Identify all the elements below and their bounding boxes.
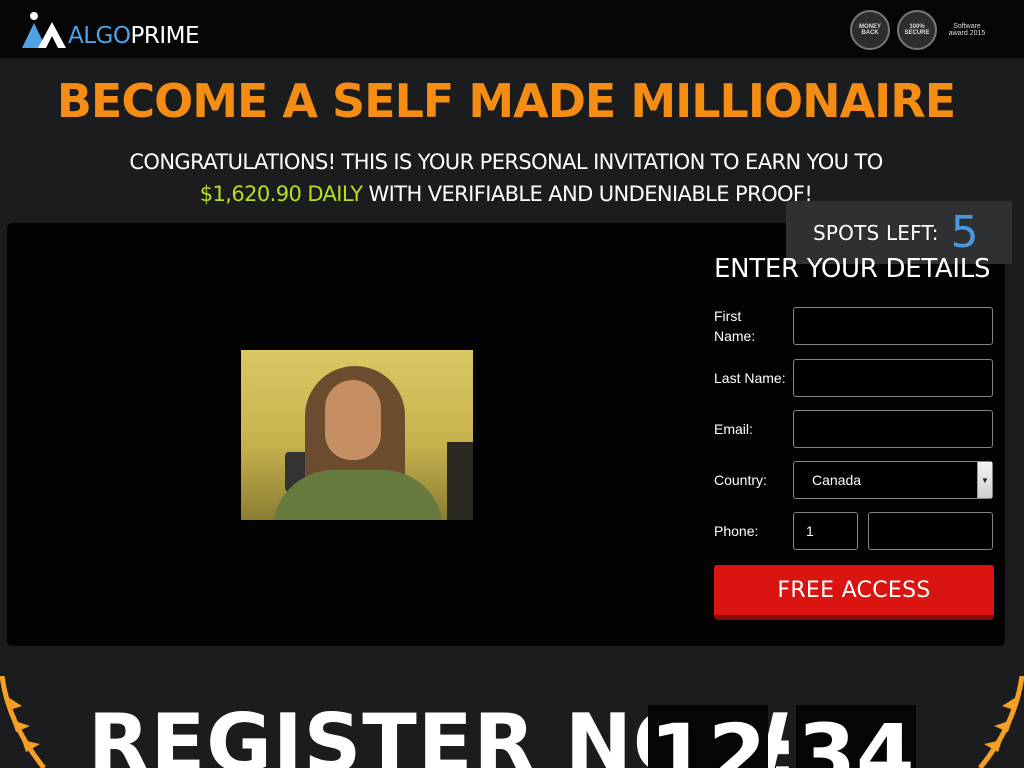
register-now-heading: REGISTER NOW (88, 697, 792, 768)
trust-badges: MONEY BACK 100% SECURE Software award 20… (850, 10, 990, 50)
money-back-badge: MONEY BACK (850, 10, 890, 50)
brand-logo[interactable]: ALGOPRIME (22, 10, 199, 50)
spots-left-count: 5 (950, 206, 979, 258)
phone-number-field[interactable] (868, 512, 993, 550)
logo-mark-icon (22, 12, 70, 50)
money-back-badge-text: MONEY BACK (858, 23, 881, 36)
email-label: Email: (714, 421, 753, 437)
page-headline: BECOME A SELF MADE MILLIONAIRE (56, 74, 956, 128)
first-name-field[interactable] (793, 307, 993, 345)
last-name-field[interactable] (793, 359, 993, 397)
top-bar: ALGOPRIME MONEY BACK 100% SECURE Softwar… (0, 0, 1024, 58)
country-label: Country: (714, 472, 767, 488)
timer-seconds: 34 (796, 705, 916, 768)
free-access-button[interactable]: FREE ACCESS (714, 565, 994, 620)
country-select-value: Canada (812, 472, 862, 488)
brand-name-part2: PRIME (130, 23, 199, 49)
left-wreath-icon (0, 676, 46, 768)
form-title: ENTER YOUR DETAILS (714, 254, 991, 284)
award-badge-text: Software award 2015 (948, 22, 986, 37)
country-select[interactable]: Canada ▼ (793, 461, 993, 499)
timer-separator: : (768, 713, 797, 768)
subheadline-line1: CONGRATULATIONS! THIS IS YOUR PERSONAL I… (129, 150, 883, 174)
secure-badge-text: 100% SECURE (904, 23, 930, 36)
brand-name: ALGOPRIME (68, 25, 199, 48)
video-face-shape (325, 380, 381, 460)
software-award-badge: Software award 2015 (944, 10, 990, 50)
timer-minutes: 12 (648, 705, 768, 768)
right-wreath-icon (978, 676, 1024, 768)
spots-left-label: SPOTS LEFT: (813, 220, 939, 245)
daily-earnings-amount: $1,620.90 DAILY (199, 182, 363, 206)
phone-label: Phone: (714, 523, 759, 539)
video-frame-shape (447, 442, 473, 520)
video-player[interactable] (241, 350, 473, 520)
last-name-label: Last Name: (714, 370, 786, 386)
subheadline-line2-text: WITH VERIFIABLE AND UNDENIABLE PROOF! (362, 182, 813, 206)
chevron-down-icon[interactable]: ▼ (977, 462, 992, 498)
email-field[interactable] (793, 410, 993, 448)
brand-name-part1: ALGO (68, 23, 131, 49)
secure-lock-badge: 100% SECURE (897, 10, 937, 50)
first-name-label: First Name: (714, 308, 756, 344)
phone-country-code-field[interactable] (793, 512, 858, 550)
